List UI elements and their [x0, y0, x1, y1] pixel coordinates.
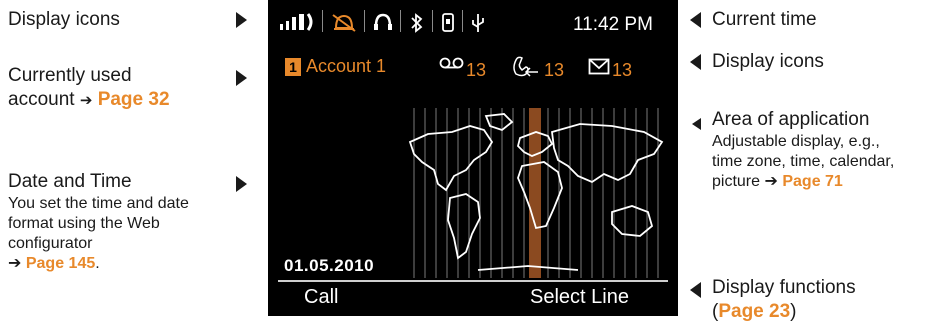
separator: [462, 10, 463, 32]
label-current-time: Current time: [712, 9, 817, 30]
voicemail-count: 13: [466, 60, 487, 80]
ref-arrow-icon: ➔: [8, 255, 22, 272]
missed-calls-count: 13: [544, 60, 565, 80]
status-bar: 11:42 PM: [268, 0, 678, 46]
softkey-select-line[interactable]: Select Line: [530, 286, 629, 309]
label-line: Currently used: [8, 65, 132, 86]
missed-call-icon: [513, 56, 538, 77]
handset-icon: [442, 13, 454, 32]
arrow-left-icon: [690, 282, 701, 298]
arrow-left-icon: [690, 54, 701, 70]
separator: [400, 10, 401, 32]
page-23-link[interactable]: Page 23: [718, 301, 790, 322]
voicemail-icon: [439, 57, 464, 69]
ref-arrow-icon: ➔: [79, 92, 93, 109]
date-display: 01.05.2010: [284, 256, 375, 275]
label-display-icons-left: Display icons: [8, 9, 120, 30]
arrow-left-icon: [692, 118, 701, 130]
arrow-right-icon: [236, 176, 247, 192]
label-display-icons-right: Display icons: [712, 51, 824, 72]
ref-arrow-icon: ➔: [764, 173, 778, 190]
arrow-right-icon: [236, 12, 247, 28]
account-name: Account 1: [306, 56, 387, 76]
message-icon: [588, 58, 610, 75]
arrow-right-icon: [236, 70, 247, 86]
page-145-link[interactable]: Page 145: [26, 255, 95, 272]
headset-icon: [374, 13, 392, 30]
label-display-functions: Display functions (Page 23): [712, 277, 856, 322]
separator: [364, 10, 365, 32]
label-used-account: Currently used account ➔ Page 32: [8, 64, 170, 113]
label-area-of-application: Area of application Adjustable display, …: [712, 109, 895, 190]
phone-display: 11:42 PM 1 Account 1 13 13 13 01.05.2010…: [268, 0, 678, 316]
world-map-icon: [408, 108, 664, 278]
label-line: account ➔ Page 32: [8, 89, 170, 110]
softkey-call[interactable]: Call: [304, 286, 338, 309]
page-32-link[interactable]: Page 32: [98, 89, 170, 110]
divider: [278, 280, 668, 282]
messages-count: 13: [612, 60, 633, 80]
current-time: 11:42 PM: [573, 14, 653, 35]
bluetooth-icon: [411, 13, 423, 33]
signal-strength-icon: [280, 13, 313, 31]
separator: [322, 10, 323, 32]
account-row: 1 Account 1 13 13 13: [268, 52, 678, 82]
arrow-left-icon: [690, 12, 701, 28]
page-71-link[interactable]: Page 71: [782, 173, 842, 190]
ringer-off-icon: [332, 14, 356, 32]
account-number-badge: 1: [285, 58, 301, 76]
label-date-time: Date and Time You set the time and date …: [8, 171, 189, 272]
separator: [432, 10, 433, 32]
usb-icon: [472, 14, 484, 32]
